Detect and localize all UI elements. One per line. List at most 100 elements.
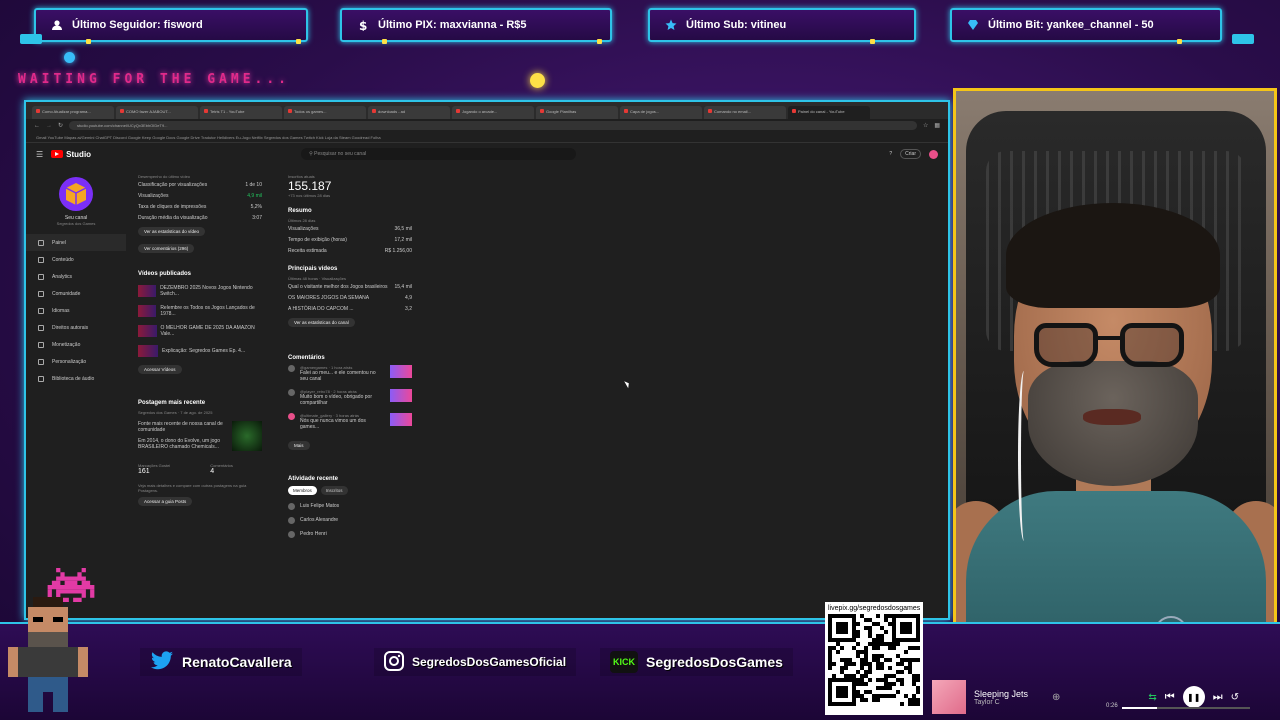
summary-label: Visualizações [288, 225, 319, 232]
browser-tab-active[interactable]: Painel do canal - YouTube [788, 106, 870, 119]
video-stats-button[interactable]: Ver as estatísticas do vídeo [138, 227, 206, 236]
menu-icon[interactable]: ☰ [36, 150, 43, 159]
stat-row: Duração média da visualização 3:07 [138, 212, 262, 223]
stat-label: Classificação por visualizações [138, 181, 208, 188]
sidebar-item-comunidade[interactable]: Comunidade [26, 285, 126, 302]
go-to-posts-button[interactable]: Acessar a guia Posts [138, 497, 193, 506]
url-bar: ← → ↻ studio.youtube.com/channel/UCyQx3E… [26, 119, 948, 132]
glasses-icon [1120, 323, 1184, 367]
favicon-icon [456, 109, 460, 113]
favicon-icon [204, 109, 208, 113]
cube-logo-icon [65, 183, 87, 205]
tab-subscribers[interactable]: Inscritos [320, 486, 348, 495]
comment-item[interactable]: @player_retro78 · 2 horas atrás Muito bom… [288, 389, 412, 406]
browser-tab[interactable]: downloads - ad [368, 106, 450, 119]
more-comments-button[interactable]: Mais [288, 441, 310, 450]
activity-title: Atividade recente [288, 476, 339, 482]
video-item[interactable]: Explicação: Segredos Games Ep. 4... [138, 341, 262, 361]
deco-dot [296, 39, 301, 44]
video-item[interactable]: DEZEMBRO 2025 Novos Jogos Nintendo Switc… [138, 281, 262, 301]
sidebar-item-monetizacao[interactable]: Monetização [26, 336, 126, 353]
add-icon[interactable]: ⊕ [1052, 692, 1060, 703]
sidebar-item-idiomas[interactable]: Idiomas [26, 302, 126, 319]
sidebar-item-label: Painel [52, 239, 66, 246]
money-icon [38, 341, 44, 348]
search-icon: ⚲ [309, 151, 313, 157]
bookmark-star-icon[interactable]: ☆ [923, 122, 928, 129]
stat-row: Taxa de cliques de impressões 5,2% [138, 201, 262, 212]
yt-header: ☰ Studio ⚲ Pesquisar no seu canal ? Cria… [26, 143, 948, 165]
summary-title: Resumo [288, 208, 312, 214]
repeat-icon[interactable]: ↺ [1231, 692, 1239, 703]
channel-handle: Segredos dos Games [56, 221, 96, 226]
post-title: Postagem mais recente [138, 400, 206, 406]
view-comments-button[interactable]: Ver comentários (296) [138, 244, 195, 253]
extensions-icon[interactable]: ▦ [934, 122, 940, 129]
sidebar-item-conteudo[interactable]: Conteúdo [26, 251, 126, 268]
deco-dot [597, 39, 602, 44]
top-video-views: 3,2 [405, 305, 412, 312]
previous-icon[interactable]: ⏮ [1165, 691, 1175, 704]
activity-item[interactable]: Pedro Henri [288, 531, 412, 538]
top-video-row[interactable]: OS MAIORES JOGOS DA SEMANA 4,9 [288, 292, 412, 303]
address-input[interactable]: studio.youtube.com/channel/UCyQx3EbhOIDe… [69, 121, 917, 130]
alert-pix: $ Último PIX: maxvianna - R$5 [340, 8, 612, 44]
post-author: Segredos dos Games [138, 410, 177, 415]
comment-item[interactable]: @ultimate_gallery · 3 horas atrás Nós que… [288, 413, 412, 430]
alert-follower: Último Seguidor: fisword [34, 8, 308, 44]
create-button[interactable]: Criar [900, 149, 921, 159]
track-progress[interactable] [1122, 707, 1250, 709]
top-video-row[interactable]: A HISTÓRIA DO CAPCOM ... 3,2 [288, 303, 412, 314]
activity-item[interactable]: Luis Felipe Matos [288, 503, 412, 510]
browser-tab[interactable]: Tetris T1 - YouTube [200, 106, 282, 119]
channel-avatar[interactable] [59, 177, 93, 211]
pause-button[interactable]: ❚❚ [1182, 686, 1205, 708]
sidebar-item-audio[interactable]: Biblioteca de áudio [26, 370, 126, 387]
comment-body: @gamergames · 1 hora atrás Falei ao meu..… [300, 365, 385, 382]
sidebar-item-label: Comunidade [52, 290, 81, 297]
sidebar-item-analytics[interactable]: Analytics [26, 268, 126, 285]
diamond-icon [966, 18, 980, 32]
browser-tab[interactable]: Google Planilhas [536, 106, 618, 119]
deco-tab [1232, 34, 1254, 44]
tab-label: Como Atualizar programa... [42, 109, 91, 114]
reload-icon[interactable]: ↻ [58, 122, 63, 129]
deco-dot [870, 39, 875, 44]
forward-icon[interactable]: → [46, 123, 52, 129]
social-twitter: RenatoCavallera [140, 648, 302, 676]
stat-value: 5,2% [250, 203, 262, 210]
sidebar-item-personalizacao[interactable]: Personalização [26, 353, 126, 370]
bookmarks-bar[interactable]: Gmail YouTube Mapas ai/Gemini ChatGPT Di… [26, 132, 948, 143]
browser-tab[interactable]: Jogando o arcade... [452, 106, 534, 119]
go-to-videos-button[interactable]: Acessar Vídeos [138, 365, 182, 374]
top-video-row[interactable]: Qual o visitante melhor dos Jogos brasil… [288, 281, 412, 292]
studio-logo[interactable]: Studio [51, 150, 91, 159]
browser-tab[interactable]: COMO fazer AJABOUT... [116, 106, 198, 119]
sidebar-item-direitos[interactable]: Direitos autorais [26, 319, 126, 336]
sidebar-item-painel[interactable]: Painel [26, 234, 126, 251]
video-item[interactable]: O MELHOR GAME DE 2025 DA AMAZON Vale... [138, 321, 262, 341]
browser-tab[interactable]: Todos os games... [284, 106, 366, 119]
browser-tab[interactable]: Capa de jogos... [620, 106, 702, 119]
video-item[interactable]: Relembre os Todos os Jogos Lançados de 1… [138, 301, 262, 321]
tab-members[interactable]: Membros [288, 486, 317, 495]
account-avatar[interactable] [929, 149, 938, 159]
shuffle-icon[interactable]: ⇆ [1148, 692, 1156, 703]
favicon-icon [708, 109, 712, 113]
help-icon[interactable]: ? [889, 151, 892, 157]
activity-item[interactable]: Carlos Alexandre [288, 517, 412, 524]
alert-sub-text: Último Sub: vitineu [686, 19, 787, 31]
summary-row: Receita estimada R$ 1.256,00 [288, 245, 412, 256]
channel-stats-button[interactable]: Ver as estatísticas do canal [288, 318, 355, 327]
browser-tab[interactable]: Comando no email... [704, 106, 786, 119]
stat-row: Visualizações 4,9 mil [138, 190, 262, 201]
browser-tab[interactable]: Como Atualizar programa... [32, 106, 114, 119]
youtube-logo-icon [51, 150, 64, 158]
deco-orb [64, 52, 75, 63]
post-meta: Segredos dos Games · 7 de ago. de 2025 [138, 410, 213, 415]
back-icon[interactable]: ← [34, 123, 40, 129]
next-icon[interactable]: ⏭ [1213, 691, 1223, 704]
studio-search-input[interactable]: ⚲ Pesquisar no seu canal [301, 148, 577, 160]
comment-item[interactable]: @gamergames · 1 hora atrás Falei ao meu..… [288, 365, 412, 382]
alert-sub: Último Sub: vitineu [648, 8, 916, 44]
